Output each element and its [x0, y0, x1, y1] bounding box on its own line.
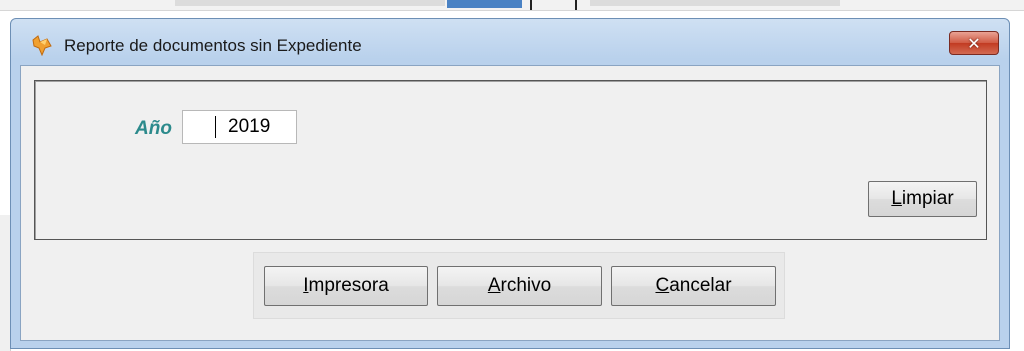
- action-button-group: Impresora Archivo Cancelar: [253, 252, 785, 319]
- file-button-label: rchivo: [500, 275, 552, 296]
- close-button[interactable]: ✕: [949, 31, 999, 55]
- background-element: [590, 0, 840, 6]
- year-input[interactable]: [182, 110, 297, 144]
- title-bar[interactable]: Reporte de documentos sin Expediente ✕: [11, 19, 1009, 65]
- background-element: [530, 0, 532, 10]
- background-element: [575, 0, 577, 10]
- file-button-mnemonic: A: [487, 275, 501, 296]
- window-title: Reporte de documentos sin Expediente: [64, 36, 362, 55]
- printer-button-label: mpresora: [308, 275, 389, 296]
- background-element: [447, 0, 522, 8]
- close-icon: ✕: [967, 33, 981, 53]
- desktop: Reporte de documentos sin Expediente ✕ A…: [0, 0, 1024, 351]
- cancel-button[interactable]: Cancelar: [611, 266, 776, 306]
- background-window-edge: [0, 0, 1024, 11]
- clear-button-mnemonic: L: [891, 188, 902, 209]
- cancel-button-mnemonic: C: [655, 275, 670, 296]
- clear-button-label: impiar: [901, 188, 954, 209]
- year-label: Año: [135, 118, 172, 139]
- clear-button[interactable]: Limpiar: [868, 181, 977, 217]
- dialog-body: Año Limpiar Impresora Archivo Cancelar: [20, 65, 1000, 341]
- filter-panel: Año Limpiar: [34, 80, 987, 240]
- printer-button[interactable]: Impresora: [264, 266, 428, 306]
- fox-app-icon: [32, 35, 52, 56]
- cancel-button-label: ancelar: [669, 275, 732, 296]
- file-button[interactable]: Archivo: [437, 266, 602, 306]
- background-element: [175, 0, 445, 6]
- report-dialog: Reporte de documentos sin Expediente ✕ A…: [10, 18, 1010, 349]
- text-caret: [215, 116, 216, 138]
